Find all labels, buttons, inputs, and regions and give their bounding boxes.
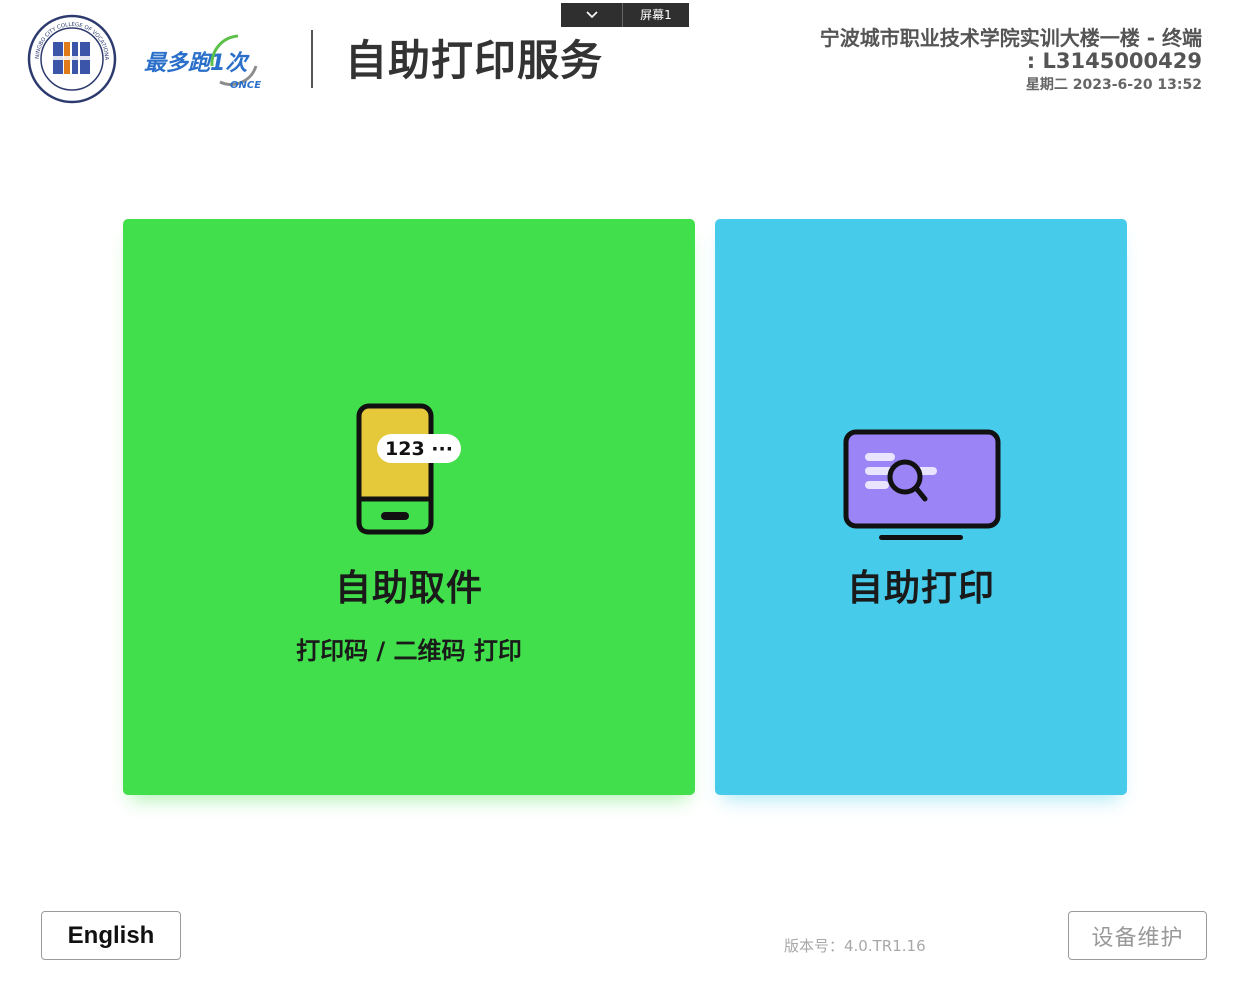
self-print-title: 自助打印: [846, 568, 995, 609]
terminal-id: : L3145000429: [1026, 49, 1202, 73]
self-pickup-card[interactable]: 123 ··· 自助取件 打印码 / 二维码 打印: [123, 219, 695, 795]
chevron-down-icon[interactable]: [561, 3, 623, 27]
screen-label: 屏幕1: [640, 8, 672, 22]
svg-text:123 ···: 123 ···: [385, 438, 453, 460]
zuiduopao-once-logo: 最多跑1次 ONCE: [142, 26, 276, 98]
device-maintenance-button[interactable]: 设备维护: [1068, 911, 1207, 960]
page-title: 自助打印服务: [345, 36, 604, 85]
self-pickup-title: 自助取件: [334, 568, 483, 609]
terminal-info: 宁波城市职业技术学院实训大楼一楼 - 终端 : L3145000429 星期二 …: [820, 26, 1202, 96]
self-pickup-subtitle: 打印码 / 二维码 打印: [296, 637, 522, 665]
monitor-search-icon: [843, 429, 1001, 545]
college-seal-logo: NINGBO CITY COLLEGE OF VOCATIONAL TECHNO…: [24, 10, 117, 104]
header-divider: [311, 30, 313, 88]
svg-text:最多跑1次: 最多跑1次: [144, 51, 250, 76]
terminal-name: 宁波城市职业技术学院实训大楼一楼 - 终端: [819, 26, 1202, 50]
english-language-button[interactable]: English: [41, 911, 181, 960]
screen-switcher[interactable]: 屏幕1: [561, 3, 689, 27]
terminal-datetime: 星期二 2023-6-20 13:52: [1025, 77, 1202, 93]
self-print-card[interactable]: 自助打印: [715, 219, 1127, 795]
version-number: 版本号：4.0.TR1.16: [784, 937, 926, 955]
phone-code-icon: 123 ···: [356, 403, 466, 537]
svg-text:ONCE: ONCE: [230, 80, 261, 91]
